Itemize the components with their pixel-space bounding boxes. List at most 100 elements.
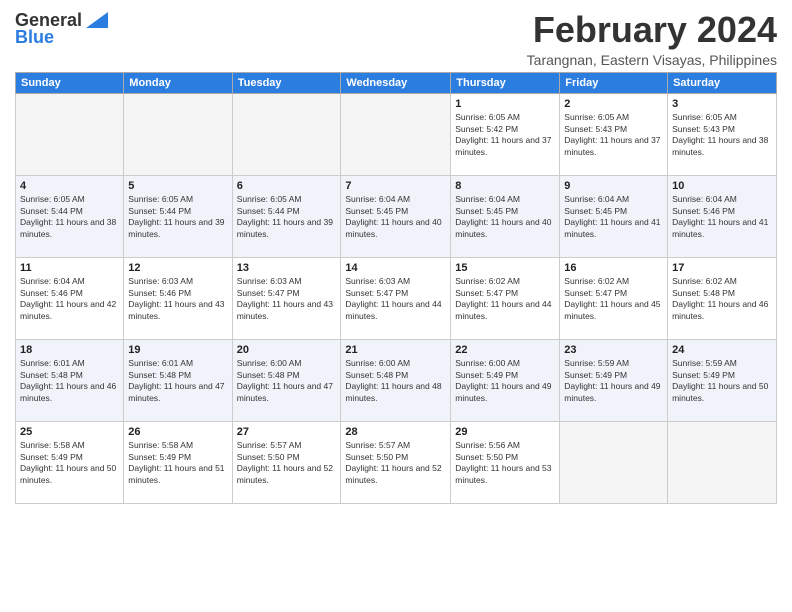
- month-year-title: February 2024: [527, 10, 777, 50]
- calendar-cell: 29Sunrise: 5:56 AMSunset: 5:50 PMDayligh…: [451, 421, 560, 503]
- day-number: 2: [564, 97, 663, 112]
- day-number: 4: [20, 179, 119, 194]
- day-number: 9: [564, 179, 663, 194]
- day-number: 25: [20, 425, 119, 440]
- day-number: 10: [672, 179, 772, 194]
- calendar-cell: [560, 421, 668, 503]
- calendar-row: 25 Sunrise: 5:58 AMSunset: 5:49 PMDayligh…: [16, 421, 777, 503]
- col-monday: Monday: [124, 72, 232, 93]
- cell-info: Sunrise: 6:01 AMSunset: 5:48 PMDaylight:…: [128, 358, 227, 404]
- calendar-row: 1Sunrise: 6:05 AMSunset: 5:42 PMDaylight…: [16, 93, 777, 175]
- cell-info: Sunrise: 6:05 AMSunset: 5:44 PMDaylight:…: [128, 194, 227, 240]
- day-number: 20: [237, 343, 337, 358]
- calendar-cell: [16, 93, 124, 175]
- calendar-cell: 7Sunrise: 6:04 AMSunset: 5:45 PMDaylight…: [341, 175, 451, 257]
- day-number: 14: [345, 261, 446, 276]
- calendar-header-row: Sunday Monday Tuesday Wednesday Thursday…: [16, 72, 777, 93]
- day-number: 29: [455, 425, 555, 440]
- cell-info: Sunrise: 6:01 AMSunset: 5:48 PMDaylight:…: [20, 358, 119, 404]
- calendar-table: Sunday Monday Tuesday Wednesday Thursday…: [15, 72, 777, 504]
- day-number: 22: [455, 343, 555, 358]
- cell-info: Sunrise: 5:58 AMSunset: 5:49 PMDaylight:…: [128, 440, 227, 486]
- day-number: 26: [128, 425, 227, 440]
- calendar-cell: [232, 93, 341, 175]
- day-number: 17: [672, 261, 772, 276]
- cell-info: Sunrise: 6:00 AMSunset: 5:48 PMDaylight:…: [237, 358, 337, 404]
- cell-info: Sunrise: 6:03 AMSunset: 5:46 PMDaylight:…: [128, 276, 227, 322]
- col-wednesday: Wednesday: [341, 72, 451, 93]
- day-number: 13: [237, 261, 337, 276]
- calendar-cell: 17Sunrise: 6:02 AMSunset: 5:48 PMDayligh…: [668, 257, 777, 339]
- calendar-cell: 14Sunrise: 6:03 AMSunset: 5:47 PMDayligh…: [341, 257, 451, 339]
- cell-info: Sunrise: 5:56 AMSunset: 5:50 PMDaylight:…: [455, 440, 555, 486]
- cell-info: Sunrise: 6:03 AMSunset: 5:47 PMDaylight:…: [345, 276, 446, 322]
- cell-info: Sunrise: 6:02 AMSunset: 5:48 PMDaylight:…: [672, 276, 772, 322]
- calendar-cell: 5Sunrise: 6:05 AMSunset: 5:44 PMDaylight…: [124, 175, 232, 257]
- cell-info: Sunrise: 6:05 AMSunset: 5:43 PMDaylight:…: [672, 112, 772, 158]
- cell-info: Sunrise: 6:04 AMSunset: 5:45 PMDaylight:…: [455, 194, 555, 240]
- day-number: 5: [128, 179, 227, 194]
- cell-info: Sunrise: 6:04 AMSunset: 5:45 PMDaylight:…: [564, 194, 663, 240]
- calendar-cell: 21Sunrise: 6:00 AMSunset: 5:48 PMDayligh…: [341, 339, 451, 421]
- col-tuesday: Tuesday: [232, 72, 341, 93]
- calendar-cell: 2Sunrise: 6:05 AMSunset: 5:43 PMDaylight…: [560, 93, 668, 175]
- calendar-cell: 19Sunrise: 6:01 AMSunset: 5:48 PMDayligh…: [124, 339, 232, 421]
- calendar-cell: 28Sunrise: 5:57 AMSunset: 5:50 PMDayligh…: [341, 421, 451, 503]
- calendar-cell: 16Sunrise: 6:02 AMSunset: 5:47 PMDayligh…: [560, 257, 668, 339]
- cell-info: Sunrise: 6:05 AMSunset: 5:43 PMDaylight:…: [564, 112, 663, 158]
- calendar-cell: 3Sunrise: 6:05 AMSunset: 5:43 PMDaylight…: [668, 93, 777, 175]
- day-number: 27: [237, 425, 337, 440]
- col-friday: Friday: [560, 72, 668, 93]
- col-thursday: Thursday: [451, 72, 560, 93]
- logo-icon: [86, 12, 108, 28]
- day-number: 11: [20, 261, 119, 276]
- calendar-cell: 8Sunrise: 6:04 AMSunset: 5:45 PMDaylight…: [451, 175, 560, 257]
- cell-info: Sunrise: 6:04 AMSunset: 5:45 PMDaylight:…: [345, 194, 446, 240]
- col-sunday: Sunday: [16, 72, 124, 93]
- calendar-row: 18Sunrise: 6:01 AMSunset: 5:48 PMDayligh…: [16, 339, 777, 421]
- cell-info: Sunrise: 6:05 AMSunset: 5:42 PMDaylight:…: [455, 112, 555, 158]
- day-number: 28: [345, 425, 446, 440]
- cell-info: Sunrise: 6:00 AMSunset: 5:49 PMDaylight:…: [455, 358, 555, 404]
- logo: General Blue: [15, 10, 108, 48]
- day-number: 23: [564, 343, 663, 358]
- title-block: February 2024 Tarangnan, Eastern Visayas…: [527, 10, 777, 68]
- cell-info: Sunrise: 6:04 AMSunset: 5:46 PMDaylight:…: [20, 276, 119, 322]
- calendar-cell: 6Sunrise: 6:05 AMSunset: 5:44 PMDaylight…: [232, 175, 341, 257]
- cell-info: Sunrise: 6:00 AMSunset: 5:48 PMDaylight:…: [345, 358, 446, 404]
- calendar-cell: 18Sunrise: 6:01 AMSunset: 5:48 PMDayligh…: [16, 339, 124, 421]
- cell-info: Sunrise: 6:05 AMSunset: 5:44 PMDaylight:…: [237, 194, 337, 240]
- calendar-cell: 23Sunrise: 5:59 AMSunset: 5:49 PMDayligh…: [560, 339, 668, 421]
- cell-info: Sunrise: 6:03 AMSunset: 5:47 PMDaylight:…: [237, 276, 337, 322]
- col-saturday: Saturday: [668, 72, 777, 93]
- calendar-cell: 1Sunrise: 6:05 AMSunset: 5:42 PMDaylight…: [451, 93, 560, 175]
- day-number: 7: [345, 179, 446, 194]
- calendar-cell: [668, 421, 777, 503]
- calendar-cell: 25Sunrise: 5:58 AMSunset: 5:49 PMDayligh…: [16, 421, 124, 503]
- day-number: 3: [672, 97, 772, 112]
- calendar-cell: [341, 93, 451, 175]
- calendar-cell: 4Sunrise: 6:05 AMSunset: 5:44 PMDaylight…: [16, 175, 124, 257]
- calendar-cell: 15Sunrise: 6:02 AMSunset: 5:47 PMDayligh…: [451, 257, 560, 339]
- day-number: 16: [564, 261, 663, 276]
- calendar-cell: 26Sunrise: 5:58 AMSunset: 5:49 PMDayligh…: [124, 421, 232, 503]
- cell-info: Sunrise: 6:02 AMSunset: 5:47 PMDaylight:…: [455, 276, 555, 322]
- calendar-cell: 24Sunrise: 5:59 AMSunset: 5:49 PMDayligh…: [668, 339, 777, 421]
- cell-info: Sunrise: 5:57 AMSunset: 5:50 PMDaylight:…: [345, 440, 446, 486]
- calendar-cell: 27Sunrise: 5:57 AMSunset: 5:50 PMDayligh…: [232, 421, 341, 503]
- day-number: 19: [128, 343, 227, 358]
- cell-info: Sunrise: 6:02 AMSunset: 5:47 PMDaylight:…: [564, 276, 663, 322]
- cell-info: Sunrise: 6:04 AMSunset: 5:46 PMDaylight:…: [672, 194, 772, 240]
- calendar-cell: 13Sunrise: 6:03 AMSunset: 5:47 PMDayligh…: [232, 257, 341, 339]
- calendar-cell: 9Sunrise: 6:04 AMSunset: 5:45 PMDaylight…: [560, 175, 668, 257]
- calendar-cell: [124, 93, 232, 175]
- header: General Blue February 2024 Tarangnan, Ea…: [15, 10, 777, 68]
- calendar-cell: 10Sunrise: 6:04 AMSunset: 5:46 PMDayligh…: [668, 175, 777, 257]
- calendar-cell: 12Sunrise: 6:03 AMSunset: 5:46 PMDayligh…: [124, 257, 232, 339]
- page: General Blue February 2024 Tarangnan, Ea…: [0, 0, 792, 612]
- day-number: 6: [237, 179, 337, 194]
- calendar-row: 11Sunrise: 6:04 AMSunset: 5:46 PMDayligh…: [16, 257, 777, 339]
- day-number: 12: [128, 261, 227, 276]
- cell-info: Sunrise: 5:57 AMSunset: 5:50 PMDaylight:…: [237, 440, 337, 486]
- calendar-cell: 11Sunrise: 6:04 AMSunset: 5:46 PMDayligh…: [16, 257, 124, 339]
